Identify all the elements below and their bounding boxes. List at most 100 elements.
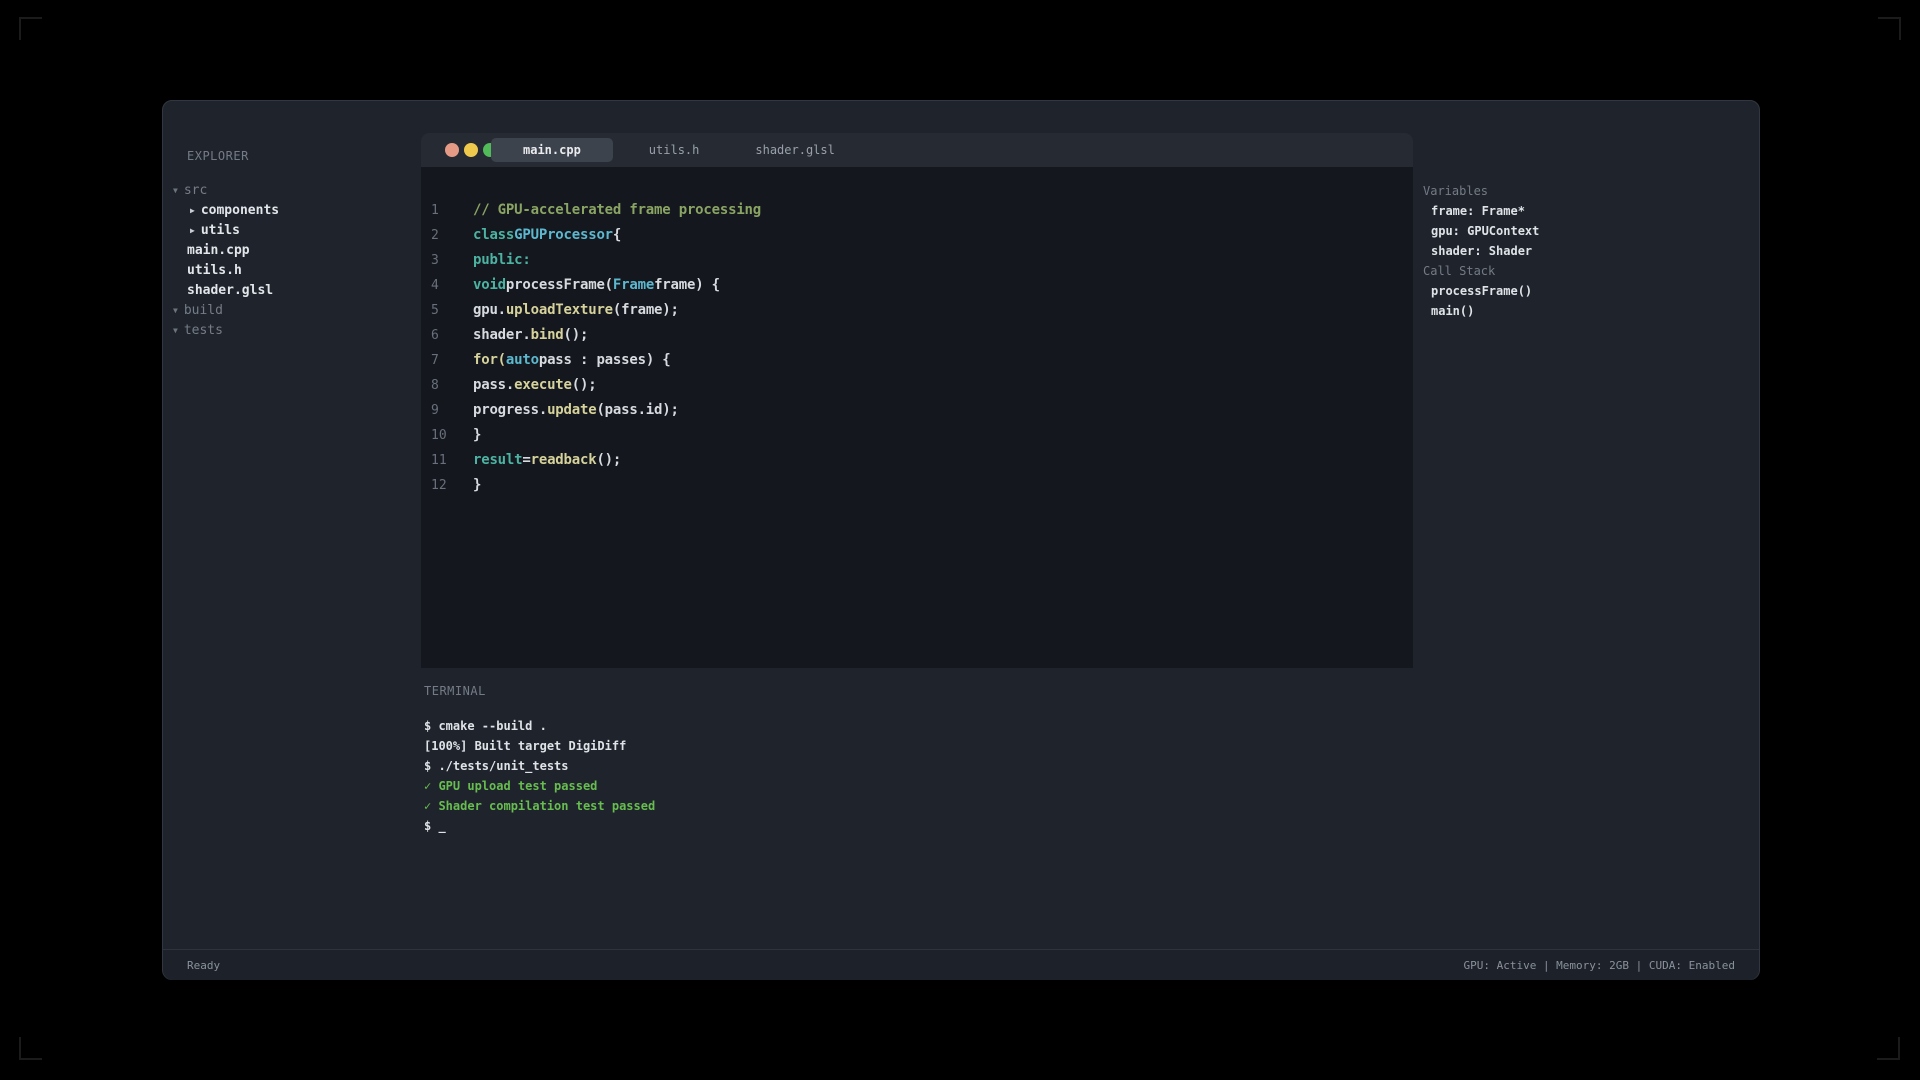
chevron-right-icon: ▶	[190, 201, 195, 221]
code-token-plain: }	[473, 477, 481, 493]
tree-folder-utils[interactable]: ▶ utils	[163, 221, 419, 241]
code-text: public:	[473, 248, 531, 273]
line-number: 5	[431, 298, 439, 323]
code-token-plain: (pass.id);	[596, 402, 678, 418]
code-token-plain: }	[473, 427, 481, 443]
debug-section-header-call-stack: Call Stack	[1413, 261, 1760, 281]
chevron-right-icon: ▶	[190, 221, 195, 241]
code-line: 5 gpu.uploadTexture(frame);	[421, 298, 1413, 323]
tree-folder-build[interactable]: ▼build	[163, 301, 419, 321]
debug-section-header-variables: Variables	[1413, 181, 1760, 201]
terminal-line: $ _	[424, 816, 655, 836]
code-token-plain: ();	[564, 327, 589, 343]
tree-item-label: tests	[184, 323, 223, 338]
debug-item-main[interactable]: main()	[1413, 301, 1760, 321]
line-number: 7	[431, 348, 439, 373]
terminal-line: ✓ Shader compilation test passed	[424, 796, 655, 816]
code-line: 4voidprocessFrame(Frameframe) {	[421, 273, 1413, 298]
code-editor-panel: main.cpp utils.h shader.glsl 1 // GPU-accel…	[421, 133, 1413, 668]
line-number: 1	[431, 198, 439, 223]
code-editor[interactable]: 1 // GPU-accelerated frame processing 2 cla…	[421, 198, 1413, 498]
file-tree: ▼ src ▶components▶ utils main.cpp utils.h shad…	[163, 181, 419, 341]
code-text: }	[473, 473, 481, 498]
tree-item-label: src	[184, 183, 207, 198]
status-gpu-info: GPU: Active | Memory: 2GB | CUDA: Enable…	[1463, 959, 1735, 972]
corner-mark-top-right	[1878, 17, 1901, 40]
tree-item-label: utils.h	[187, 263, 242, 278]
code-token-plain: frame) {	[654, 277, 720, 293]
explorer-title: EXPLORER	[187, 148, 249, 164]
editor-tabs: main.cpp utils.h shader.glsl	[491, 138, 855, 162]
code-line: 6 shader.bind();	[421, 323, 1413, 348]
code-text: // GPU-accelerated frame processing	[473, 198, 761, 223]
tree-item-label: build	[184, 303, 223, 318]
code-text: pass.execute();	[473, 373, 596, 398]
minimize-button[interactable]	[464, 143, 478, 157]
code-token-type: auto	[506, 352, 539, 368]
corner-mark-bottom-right	[1877, 1037, 1900, 1060]
code-token-plain: ();	[572, 377, 597, 393]
code-token-plain: processFrame(	[506, 277, 613, 293]
code-token-plain: =	[522, 452, 530, 468]
code-text: }	[473, 423, 481, 448]
code-line: 12}	[421, 473, 1413, 498]
screenshot-stage: EXPLORER ▼ src ▶components▶ utils main.cpp ut…	[0, 0, 1920, 1080]
code-token-fn: for(	[473, 352, 506, 368]
corner-mark-top-left	[19, 17, 42, 40]
close-button[interactable]	[445, 143, 459, 157]
tree-item-label: utils	[201, 223, 240, 238]
tree-file-utils-h[interactable]: utils.h	[163, 261, 419, 281]
code-token-fn: update	[547, 402, 596, 418]
debug-item-frame-frame[interactable]: frame: Frame*	[1413, 201, 1760, 221]
code-line: 1 // GPU-accelerated frame processing	[421, 198, 1413, 223]
status-bar: Ready GPU: Active | Memory: 2GB | CUDA: …	[163, 949, 1759, 980]
line-number: 8	[431, 373, 439, 398]
tab-main-cpp[interactable]: main.cpp	[491, 138, 613, 162]
code-line: 11 result=readback();	[421, 448, 1413, 473]
code-text: gpu.uploadTexture(frame);	[473, 298, 679, 323]
tree-file-main-cpp[interactable]: main.cpp	[163, 241, 419, 261]
line-number: 11	[431, 448, 447, 473]
debug-item-shader-shader[interactable]: shader: Shader	[1413, 241, 1760, 261]
code-text: classGPUProcessor{	[473, 223, 621, 248]
code-token-kw: void	[473, 277, 506, 293]
code-token-plain: shader.	[473, 327, 531, 343]
tab-shader-glsl[interactable]: shader.glsl	[735, 138, 854, 162]
window-controls	[445, 143, 497, 157]
terminal-line: ✓ GPU upload test passed	[424, 776, 655, 796]
terminal-line: $ cmake --build .	[424, 716, 655, 736]
code-token-plain: gpu.	[473, 302, 506, 318]
ide-window: EXPLORER ▼ src ▶components▶ utils main.cpp ut…	[162, 100, 1760, 980]
code-line: 8 pass.execute();	[421, 373, 1413, 398]
code-text: shader.bind();	[473, 323, 588, 348]
code-token-kw: public:	[473, 252, 531, 268]
code-token-kw: class	[473, 227, 514, 243]
code-token-type: Frame	[613, 277, 654, 293]
tree-folder-components[interactable]: ▶components	[163, 201, 419, 221]
debug-panel: DEBUG Variablesframe: Frame*gpu: GPUCont…	[1413, 101, 1760, 661]
code-line: 2 classGPUProcessor{	[421, 223, 1413, 248]
terminal-output[interactable]: $ cmake --build .[100%] Built target Dig…	[424, 716, 655, 836]
code-line: 3public:	[421, 248, 1413, 273]
chevron-down-icon: ▼	[173, 181, 178, 201]
code-token-kw: result	[473, 452, 522, 468]
code-line: 10}	[421, 423, 1413, 448]
code-token-plain: {	[613, 227, 621, 243]
code-token-plain: ();	[596, 452, 621, 468]
debug-item-gpu-gpucontext[interactable]: gpu: GPUContext	[1413, 221, 1760, 241]
line-number: 6	[431, 323, 439, 348]
tree-folder-tests[interactable]: ▼tests	[163, 321, 419, 341]
code-text: result=readback();	[473, 448, 621, 473]
tree-file-shader-glsl[interactable]: shader.glsl	[163, 281, 419, 301]
code-text: for(autopass : passes) {	[473, 348, 671, 373]
terminal-line: [100%] Built target DigiDiff	[424, 736, 655, 756]
tree-folder-src[interactable]: ▼ src	[163, 181, 419, 201]
code-token-type: GPUProcessor	[514, 227, 613, 243]
debug-item-processframe[interactable]: processFrame()	[1413, 281, 1760, 301]
line-number: 10	[431, 423, 447, 448]
tab-utils-h[interactable]: utils.h	[629, 138, 720, 162]
code-token-plain: pass.	[473, 377, 514, 393]
code-line: 7 for(autopass : passes) {	[421, 348, 1413, 373]
code-line: 9progress.update(pass.id);	[421, 398, 1413, 423]
line-number: 2	[431, 223, 439, 248]
